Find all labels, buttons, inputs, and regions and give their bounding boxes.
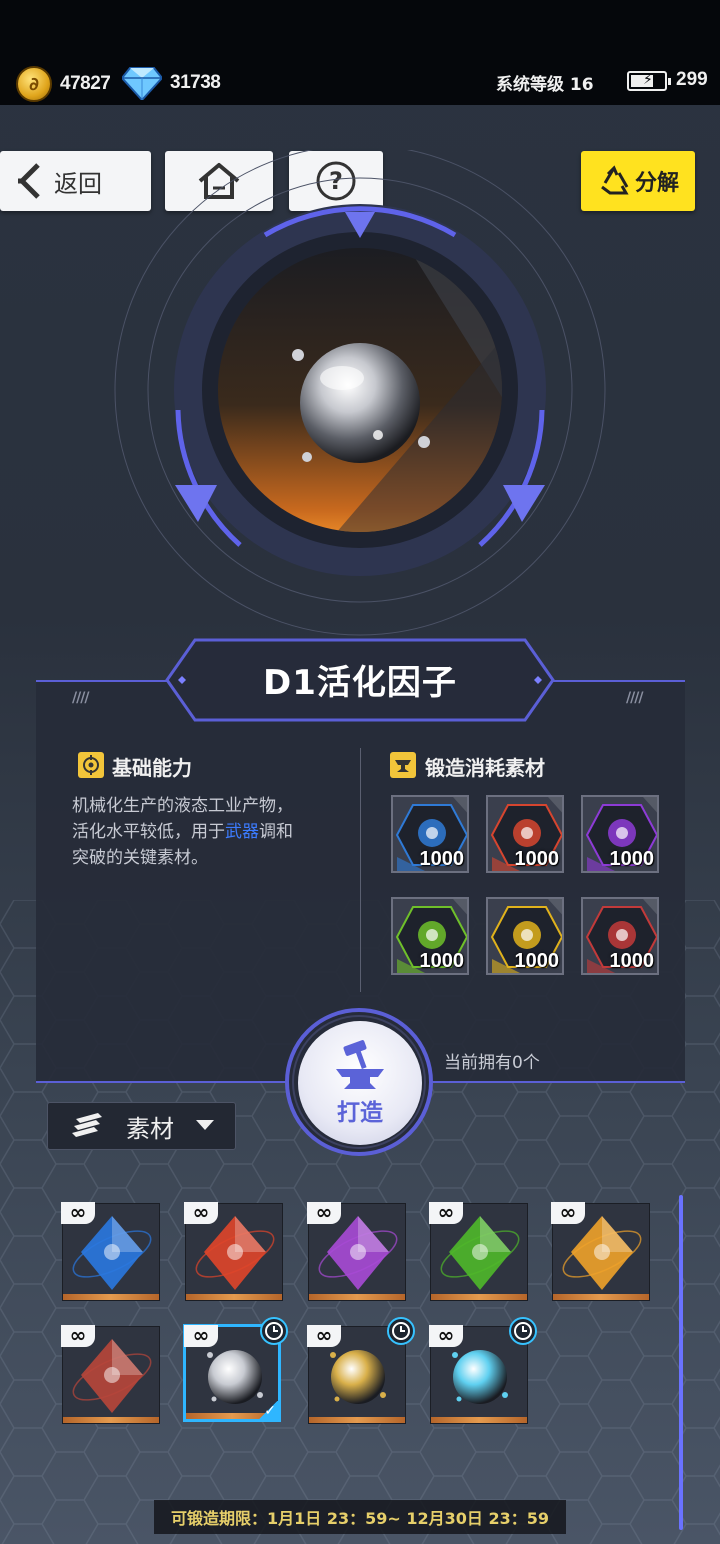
item-title: D1活化因子 xyxy=(263,663,457,703)
hammer-anvil-icon xyxy=(336,1040,384,1089)
infinite-badge: ∞ xyxy=(307,1202,341,1224)
inventory-item-blue-crystal[interactable]: ∞ xyxy=(61,1202,160,1301)
material-qty: 1000 xyxy=(514,950,560,972)
back-label: 返回 xyxy=(54,169,102,198)
material-qty: 1000 xyxy=(419,848,465,870)
category-filter-dropdown[interactable]: 素材 xyxy=(47,1102,236,1150)
inventory-item-green-crystal[interactable]: ∞ xyxy=(429,1202,528,1301)
inventory-item-orange-crystal[interactable]: ∞ xyxy=(551,1202,650,1301)
rarity-bar xyxy=(431,1294,527,1300)
infinite-badge: ∞ xyxy=(61,1202,95,1224)
rarity-bar xyxy=(186,1294,282,1300)
material-slot-red-element[interactable]: 1000 xyxy=(486,795,564,873)
coin-value: 47827 xyxy=(60,73,111,94)
target-icon xyxy=(78,752,104,778)
diamond-value: 31738 xyxy=(170,72,221,93)
material-slot-blue-element[interactable]: 1000 xyxy=(391,795,469,873)
coin-icon: ∂ xyxy=(16,66,52,102)
energy-value: 299 xyxy=(676,69,708,90)
material-slot-crimson-element[interactable]: 1000 xyxy=(581,897,659,975)
desc-highlight: 武器 xyxy=(225,822,259,842)
desc-line-2-post: 调和 xyxy=(259,822,293,842)
inventory-scrollbar[interactable] xyxy=(679,1195,683,1530)
item-preview xyxy=(114,150,606,636)
infinite-badge: ∞ xyxy=(184,1202,218,1224)
system-level: 系统等级 16 xyxy=(496,75,594,95)
forge-period: 可锻造期限：1月1日 23：59~ 12月30日 23：59 xyxy=(154,1500,566,1534)
decor-stripes-right: //// xyxy=(626,690,643,706)
infinite-badge: ∞ xyxy=(184,1325,218,1347)
filter-label: 素材 xyxy=(126,1114,174,1143)
inventory-item-silver-orb[interactable]: ∞ ✓ xyxy=(183,1317,288,1422)
rarity-bar xyxy=(309,1294,405,1300)
diamond-icon xyxy=(122,67,162,100)
top-status-bar: ∂ 47827 31738 系统等级 16 ⚡ 299 xyxy=(0,0,720,105)
infinite-badge: ∞ xyxy=(551,1202,585,1224)
item-description: 机械化生产的液态工业产物， 活化水平较低，用于武器调和 突破的关键素材。 xyxy=(72,793,332,871)
decompose-label: 分解 xyxy=(634,171,679,196)
decor-stripes-left: //// xyxy=(72,690,89,706)
infinite-badge: ∞ xyxy=(61,1325,95,1347)
material-qty: 1000 xyxy=(514,848,560,870)
inventory-item-cyan-orb[interactable]: ∞ xyxy=(429,1317,537,1424)
layers-icon xyxy=(72,1113,102,1137)
material-slot-green-element[interactable]: 1000 xyxy=(391,897,469,975)
chevron-down-icon xyxy=(196,1120,214,1130)
forge-materials-title: 锻造消耗素材 xyxy=(425,756,545,780)
anvil-icon xyxy=(390,752,416,778)
desc-line-2-pre: 活化水平较低，用于 xyxy=(72,822,225,842)
rarity-bar xyxy=(309,1417,405,1423)
check-icon: ✓ xyxy=(258,1401,278,1419)
material-qty: 1000 xyxy=(419,950,465,972)
rarity-bar xyxy=(63,1294,159,1300)
diamond-counter: 31738 xyxy=(122,66,221,100)
back-arrow-icon xyxy=(18,163,40,199)
material-slot-purple-element[interactable]: 1000 xyxy=(581,795,659,873)
rarity-bar xyxy=(553,1294,649,1300)
panel-divider xyxy=(360,748,361,992)
infinite-badge: ∞ xyxy=(429,1325,463,1347)
rarity-bar xyxy=(431,1417,527,1423)
inventory-item-crimson-crystal[interactable]: ∞ xyxy=(61,1325,160,1424)
inventory-item-red-crystal[interactable]: ∞ xyxy=(184,1202,283,1301)
forge-label: 打造 xyxy=(337,1100,383,1126)
material-slot-yellow-element[interactable]: 1000 xyxy=(486,897,564,975)
desc-line-3: 突破的关键素材。 xyxy=(72,848,208,868)
forge-button[interactable]: 打造 xyxy=(298,1021,422,1145)
clock-icon xyxy=(509,1317,537,1345)
desc-line-1: 机械化生产的液态工业产物， xyxy=(72,796,293,816)
inventory-item-purple-crystal[interactable]: ∞ xyxy=(307,1202,406,1301)
rarity-bar xyxy=(63,1417,159,1423)
coin-counter: ∂ 47827 xyxy=(16,66,111,102)
material-qty: 1000 xyxy=(609,848,655,870)
infinite-badge: ∞ xyxy=(429,1202,463,1224)
energy-battery-icon: ⚡ xyxy=(627,71,671,91)
clock-icon xyxy=(387,1317,415,1345)
clock-icon xyxy=(260,1317,288,1345)
basic-ability-title: 基础能力 xyxy=(112,756,192,780)
inventory-item-gold-orb[interactable]: ∞ xyxy=(307,1317,415,1424)
material-qty: 1000 xyxy=(609,950,655,972)
owned-count: 当前拥有0个 xyxy=(444,1053,540,1073)
infinite-badge: ∞ xyxy=(307,1325,341,1347)
